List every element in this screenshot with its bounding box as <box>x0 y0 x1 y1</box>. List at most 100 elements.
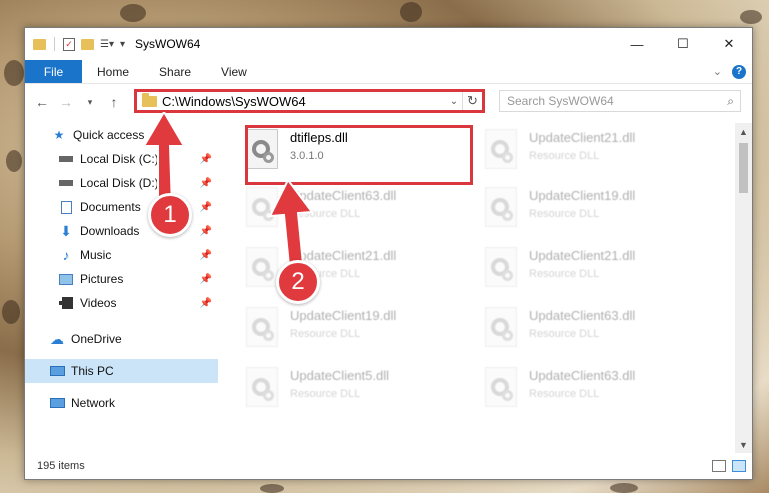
file-meta: Resource DLL <box>290 388 361 400</box>
file-item[interactable]: UpdateClient63.dll Resource DLL <box>485 365 715 421</box>
file-item[interactable]: UpdateClient5.dll Resource DLL <box>246 365 476 421</box>
sidebar-item-label: Downloads <box>80 224 140 238</box>
sidebar-item-local-disk-d[interactable]: Local Disk (D:) 📌 <box>25 171 218 195</box>
forward-arrow-icon[interactable]: → <box>57 94 75 110</box>
file-meta: Resource DLL <box>529 328 600 340</box>
tab-file[interactable]: File <box>25 60 82 83</box>
videos-icon <box>58 295 74 311</box>
sidebar-item-local-disk-c[interactable]: Local Disk (C:) 📌 <box>25 147 218 171</box>
sidebar-item-videos[interactable]: Videos 📌 <box>25 291 218 315</box>
file-name: UpdateClient19.dll <box>290 308 397 323</box>
search-placeholder: Search SysWOW64 <box>507 94 614 108</box>
back-arrow-icon[interactable]: ← <box>33 94 51 110</box>
sidebar-item-quick-access[interactable]: ★ Quick access <box>25 123 218 147</box>
divider <box>54 37 55 51</box>
sidebar-item-label: Music <box>80 248 112 262</box>
scroll-up-icon[interactable]: ▲ <box>735 123 752 140</box>
file-meta: Resource DLL <box>290 328 361 340</box>
refresh-icon[interactable]: ↻ <box>462 92 482 110</box>
search-icon[interactable]: ⌕ <box>727 94 734 109</box>
star-icon: ★ <box>53 128 65 142</box>
minimize-button[interactable]: — <box>614 28 660 60</box>
documents-icon <box>58 199 74 215</box>
tab-view[interactable]: View <box>206 60 262 83</box>
drive-icon <box>58 175 74 191</box>
search-input[interactable]: Search SysWOW64 ⌕ <box>499 90 741 112</box>
pin-icon[interactable]: 📌 <box>200 178 212 189</box>
file-name: UpdateClient21.dll <box>529 248 636 263</box>
file-item[interactable]: UpdateClient19.dll Resource DLL <box>246 305 476 361</box>
sidebar-item-label: OneDrive <box>71 332 122 346</box>
navigation-pane: ★ Quick access Local Disk (C:) 📌 Local D… <box>25 123 218 453</box>
file-item[interactable]: UpdateClient21.dll Resource DLL <box>485 127 715 183</box>
pictures-icon <box>58 271 74 287</box>
file-name: UpdateClient19.dll <box>529 188 636 203</box>
drive-icon <box>58 151 74 167</box>
dll-file-icon <box>246 307 278 347</box>
sidebar-item-onedrive[interactable]: ☁ OneDrive <box>25 327 218 351</box>
file-name: UpdateClient5.dll <box>290 368 390 383</box>
tab-share[interactable]: Share <box>144 60 206 83</box>
sidebar-item-label: This PC <box>71 364 114 378</box>
dll-file-icon <box>485 247 517 287</box>
item-count: 195 items <box>37 460 85 472</box>
dropdown-arrow-icon[interactable]: ▾ <box>120 39 125 50</box>
tiles-view-icon[interactable] <box>732 460 746 472</box>
properties-icon[interactable]: ✓ <box>63 37 75 51</box>
file-item[interactable]: UpdateClient63.dll Resource DLL <box>485 305 715 361</box>
chevron-down-icon[interactable]: ⌄ <box>446 96 462 107</box>
file-item[interactable]: UpdateClient19.dll Resource DLL <box>485 185 715 241</box>
sidebar-item-label: Quick access <box>73 128 145 142</box>
folder-icon <box>33 38 46 50</box>
file-name: UpdateClient63.dll <box>529 368 636 383</box>
computer-icon <box>49 363 65 379</box>
sidebar-item-label: Videos <box>80 296 117 310</box>
network-icon <box>49 395 65 411</box>
help-icon[interactable]: ? <box>732 64 746 79</box>
window-title: SysWOW64 <box>135 37 201 51</box>
pin-icon[interactable]: 📌 <box>200 226 212 237</box>
file-item[interactable]: UpdateClient21.dll Resource DLL <box>485 245 715 301</box>
cloud-icon: ☁ <box>50 330 64 347</box>
recent-locations-icon[interactable]: ▾ <box>81 97 99 108</box>
pin-icon[interactable]: 📌 <box>200 202 212 213</box>
file-name: UpdateClient63.dll <box>529 308 636 323</box>
ribbon-tabs: File Home Share View ⌄ ? <box>25 60 752 84</box>
address-bar[interactable]: C:\Windows\SysWOW64 ⌄ ↻ <box>134 89 485 113</box>
pin-icon[interactable]: 📌 <box>200 274 212 285</box>
pin-icon[interactable]: 📌 <box>200 298 212 309</box>
sidebar-item-this-pc[interactable]: This PC <box>25 359 218 383</box>
pin-icon[interactable]: 📌 <box>200 250 212 261</box>
scroll-thumb[interactable] <box>739 143 748 193</box>
maximize-button[interactable]: ☐ <box>660 28 706 60</box>
file-name: UpdateClient21.dll <box>529 130 636 145</box>
sidebar-item-label: Documents <box>80 200 141 214</box>
tab-home[interactable]: Home <box>82 60 144 83</box>
vertical-scrollbar[interactable]: ▲ ▼ <box>735 123 752 453</box>
folder-icon <box>142 92 157 107</box>
sidebar-item-music[interactable]: ♪ Music 📌 <box>25 243 218 267</box>
sidebar-item-label: Network <box>71 396 116 410</box>
dll-file-icon <box>485 187 517 227</box>
title-bar: ✓ ☰▾ ▾ SysWOW64 — ☐ ✕ <box>25 28 752 60</box>
up-arrow-icon[interactable]: ↑ <box>105 94 123 110</box>
file-meta: Resource DLL <box>529 150 600 162</box>
sidebar-item-label: Pictures <box>80 272 124 286</box>
dll-file-icon <box>246 367 278 407</box>
expand-ribbon-icon[interactable]: ⌄ <box>713 65 722 78</box>
file-meta: Resource DLL <box>529 388 600 400</box>
details-view-icon[interactable] <box>712 460 726 472</box>
new-folder-icon[interactable] <box>81 38 94 50</box>
customize-toolbar-icon[interactable]: ☰▾ <box>100 39 114 50</box>
quick-access-toolbar: ✓ ☰▾ ▾ <box>33 37 125 51</box>
scroll-down-icon[interactable]: ▼ <box>735 436 752 453</box>
sidebar-item-pictures[interactable]: Pictures 📌 <box>25 267 218 291</box>
status-bar: 195 items <box>25 453 752 479</box>
close-button[interactable]: ✕ <box>706 28 752 60</box>
address-path[interactable]: C:\Windows\SysWOW64 <box>162 94 446 109</box>
pin-icon[interactable]: 📌 <box>200 154 212 165</box>
explorer-window: ✓ ☰▾ ▾ SysWOW64 — ☐ ✕ File Home Share Vi… <box>24 27 753 480</box>
dll-file-icon <box>485 129 517 169</box>
sidebar-item-network[interactable]: Network <box>25 391 218 415</box>
file-meta: Resource DLL <box>529 208 600 220</box>
